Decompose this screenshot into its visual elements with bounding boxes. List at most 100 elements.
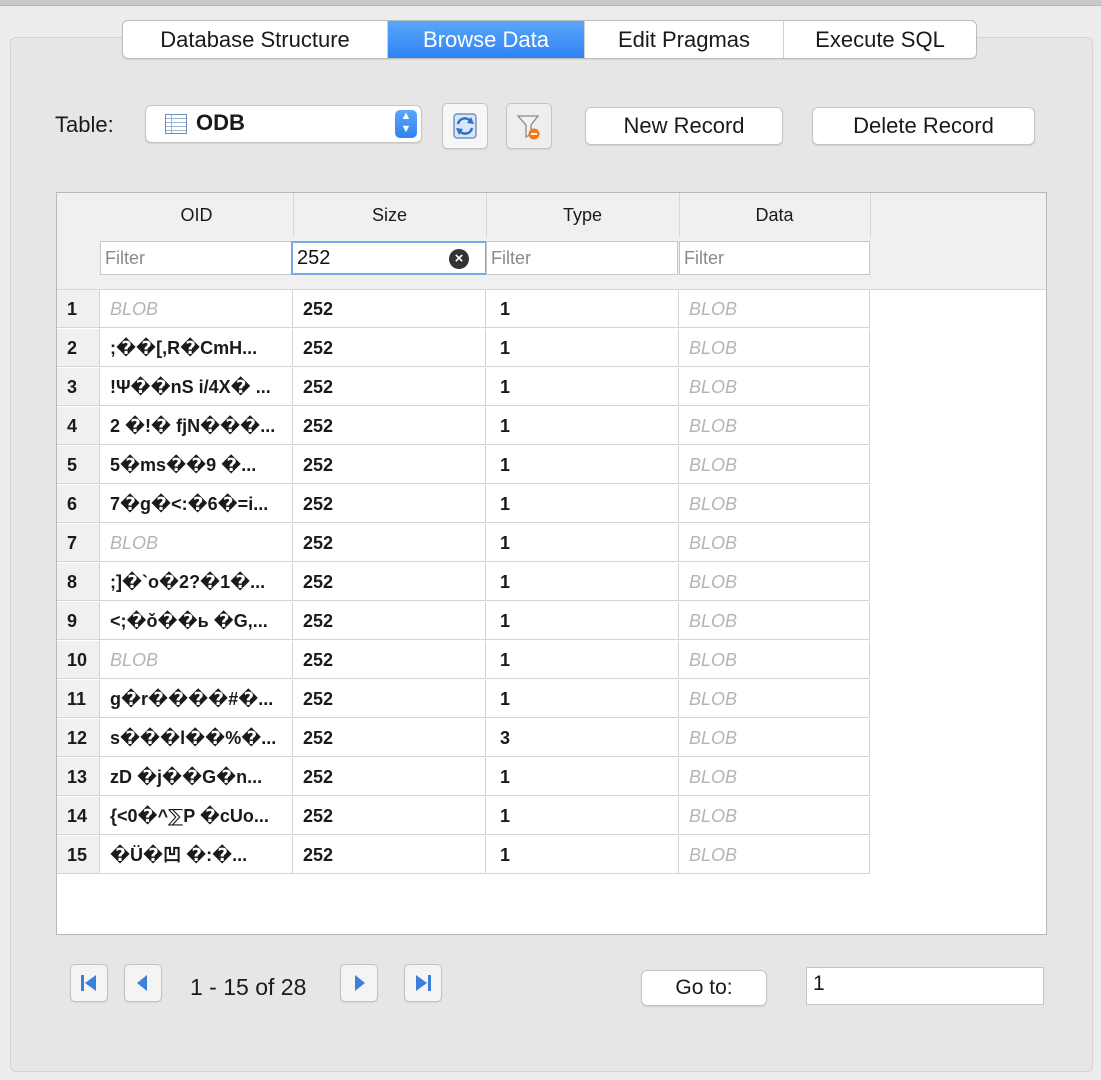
cell-type[interactable]: 1 (486, 485, 679, 523)
cell-oid[interactable]: <;�ǒ��ь �G,... (100, 602, 293, 640)
tab-edit-pragmas[interactable]: Edit Pragmas (585, 21, 784, 58)
row-number[interactable]: 12 (57, 719, 100, 757)
go-to-input[interactable]: 1 (806, 967, 1044, 1005)
cell-size[interactable]: 252 (293, 485, 486, 523)
cell-data[interactable]: BLOB (679, 680, 870, 718)
cell-oid[interactable]: zD �j��G�n... (100, 758, 293, 796)
cell-size[interactable]: 252 (293, 329, 486, 367)
cell-oid[interactable]: ;]�`o�2?�1�... (100, 563, 293, 601)
row-number[interactable]: 14 (57, 797, 100, 835)
row-number[interactable]: 6 (57, 485, 100, 523)
cell-type[interactable]: 1 (486, 797, 679, 835)
last-page-button[interactable] (404, 964, 442, 1002)
tab-execute-sql[interactable]: Execute SQL (784, 21, 976, 58)
row-number[interactable]: 13 (57, 758, 100, 796)
row-number[interactable]: 7 (57, 524, 100, 562)
tab-browse-data[interactable]: Browse Data (388, 21, 585, 58)
cell-type[interactable]: 1 (486, 563, 679, 601)
cell-data[interactable]: BLOB (679, 602, 870, 640)
row-number[interactable]: 15 (57, 836, 100, 874)
cell-oid[interactable]: �Ü�凹 �:�... (100, 836, 293, 874)
cell-data[interactable]: BLOB (679, 641, 870, 679)
cell-oid[interactable]: s���l��%�... (100, 719, 293, 757)
cell-type[interactable]: 1 (486, 524, 679, 562)
cell-size[interactable]: 252 (293, 446, 486, 484)
row-number[interactable]: 3 (57, 368, 100, 406)
cell-data[interactable]: BLOB (679, 563, 870, 601)
row-number[interactable]: 10 (57, 641, 100, 679)
first-page-button[interactable] (70, 964, 108, 1002)
cell-data[interactable]: BLOB (679, 407, 870, 445)
row-number[interactable]: 11 (57, 680, 100, 718)
cell-data[interactable]: BLOB (679, 524, 870, 562)
filter-data[interactable]: Filter (679, 241, 870, 275)
new-record-button[interactable]: New Record (585, 107, 783, 145)
cell-oid[interactable]: BLOB (100, 290, 293, 328)
cell-oid[interactable]: 7�g�<:�6�=i... (100, 485, 293, 523)
row-number[interactable]: 1 (57, 290, 100, 328)
filter-oid[interactable]: Filter (100, 241, 292, 275)
cell-data[interactable]: BLOB (679, 836, 870, 874)
cell-oid[interactable]: BLOB (100, 641, 293, 679)
row-number[interactable]: 9 (57, 602, 100, 640)
cell-type[interactable]: 1 (486, 680, 679, 718)
cell-oid[interactable]: 5�ms��9 �... (100, 446, 293, 484)
table-select[interactable]: ODB ▲ ▼ (145, 105, 422, 143)
cell-oid[interactable]: {<0�^⅀P �cUo... (100, 797, 293, 835)
cell-data[interactable]: BLOB (679, 368, 870, 406)
next-page-button[interactable] (340, 964, 378, 1002)
clear-filters-button[interactable] (506, 103, 552, 149)
cell-oid[interactable]: g�r����#�... (100, 680, 293, 718)
cell-size[interactable]: 252 (293, 641, 486, 679)
column-header-data[interactable]: Data (679, 193, 871, 237)
cell-type[interactable]: 1 (486, 368, 679, 406)
filter-size[interactable]: 252 × (291, 241, 487, 275)
cell-size[interactable]: 252 (293, 407, 486, 445)
cell-type[interactable]: 1 (486, 836, 679, 874)
next-page-icon (355, 975, 365, 991)
cell-type[interactable]: 1 (486, 758, 679, 796)
cell-oid[interactable]: 2 �!� fjN���... (100, 407, 293, 445)
cell-size[interactable]: 252 (293, 797, 486, 835)
cell-data[interactable]: BLOB (679, 290, 870, 328)
cell-size[interactable]: 252 (293, 368, 486, 406)
cell-type[interactable]: 1 (486, 290, 679, 328)
previous-page-button[interactable] (124, 964, 162, 1002)
column-header-oid[interactable]: OID (100, 193, 294, 237)
row-number[interactable]: 4 (57, 407, 100, 445)
filter-type[interactable]: Filter (486, 241, 678, 275)
cell-size[interactable]: 252 (293, 836, 486, 874)
cell-oid[interactable]: BLOB (100, 524, 293, 562)
cell-data[interactable]: BLOB (679, 758, 870, 796)
cell-type[interactable]: 1 (486, 602, 679, 640)
cell-size[interactable]: 252 (293, 290, 486, 328)
column-header-type[interactable]: Type (486, 193, 680, 237)
cell-oid[interactable]: !Ψ��nS i/4X� ... (100, 368, 293, 406)
cell-type[interactable]: 1 (486, 446, 679, 484)
cell-size[interactable]: 252 (293, 524, 486, 562)
cell-data[interactable]: BLOB (679, 719, 870, 757)
cell-oid[interactable]: ;��[,R�CmH... (100, 329, 293, 367)
row-number[interactable]: 8 (57, 563, 100, 601)
cell-type[interactable]: 3 (486, 719, 679, 757)
clear-icon[interactable]: × (449, 249, 469, 269)
cell-type[interactable]: 1 (486, 641, 679, 679)
cell-type[interactable]: 1 (486, 407, 679, 445)
cell-data[interactable]: BLOB (679, 329, 870, 367)
cell-size[interactable]: 252 (293, 602, 486, 640)
tab-database-structure[interactable]: Database Structure (123, 21, 388, 58)
cell-size[interactable]: 252 (293, 563, 486, 601)
go-to-button[interactable]: Go to: (641, 970, 767, 1006)
cell-size[interactable]: 252 (293, 758, 486, 796)
cell-type[interactable]: 1 (486, 329, 679, 367)
cell-data[interactable]: BLOB (679, 485, 870, 523)
row-number[interactable]: 5 (57, 446, 100, 484)
cell-size[interactable]: 252 (293, 680, 486, 718)
cell-data[interactable]: BLOB (679, 446, 870, 484)
cell-size[interactable]: 252 (293, 719, 486, 757)
cell-data[interactable]: BLOB (679, 797, 870, 835)
refresh-button[interactable] (442, 103, 488, 149)
row-number[interactable]: 2 (57, 329, 100, 367)
delete-record-button[interactable]: Delete Record (812, 107, 1035, 145)
column-header-size[interactable]: Size (293, 193, 487, 237)
